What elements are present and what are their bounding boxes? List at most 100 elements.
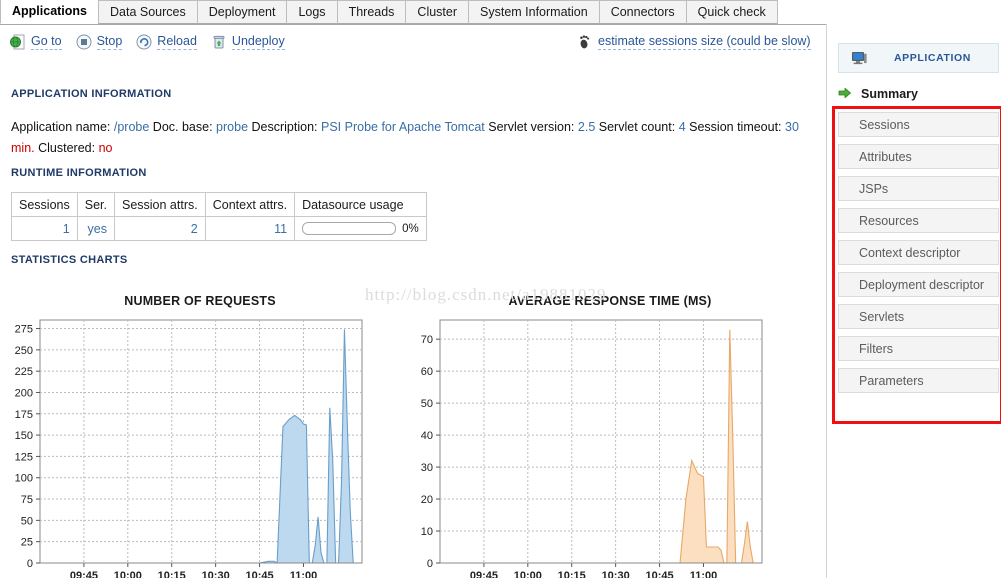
tab-deployment[interactable]: Deployment xyxy=(196,0,288,24)
estimate-sessions-size-link[interactable]: estimate sessions size (could be slow) xyxy=(576,34,811,50)
svg-text:10:15: 10:15 xyxy=(158,570,186,578)
cell-context-attrs[interactable]: 11 xyxy=(204,216,296,241)
undeploy-button[interactable]: Undeploy xyxy=(211,34,285,50)
chart2-title: AVERAGE RESPONSE TIME (MS) xyxy=(508,294,712,308)
svg-text:10:15: 10:15 xyxy=(558,570,586,578)
svg-text:20: 20 xyxy=(421,494,433,506)
trash-icon xyxy=(211,34,227,50)
footprint-icon xyxy=(576,34,592,50)
goto-label: Go to xyxy=(31,34,62,50)
sidebar-item-sessions[interactable]: Sessions xyxy=(838,112,999,137)
sidebar-item-attributes[interactable]: Attributes xyxy=(838,144,999,169)
servlet-version-value: 2.5 xyxy=(577,120,596,134)
tab-system-information[interactable]: System Information xyxy=(468,0,600,24)
svg-text:25: 25 xyxy=(21,537,33,549)
cell-session-attrs: 2 xyxy=(113,216,206,241)
svg-text:09:45: 09:45 xyxy=(470,570,498,578)
tab-threads[interactable]: Threads xyxy=(336,0,407,24)
goto-button[interactable]: Go to xyxy=(10,34,62,50)
chart-average-response-time: AVERAGE RESPONSE TIME (MS) 0 10 20 30 40 50 60… xyxy=(400,289,820,578)
sidebar-item-jsps[interactable]: JSPs xyxy=(838,176,999,201)
table-row: 1 yes 2 11 0% xyxy=(11,216,427,241)
cell-serializable: yes xyxy=(76,216,115,241)
app-name-key: Application name: xyxy=(11,120,111,134)
tab-data-sources[interactable]: Data Sources xyxy=(98,0,198,24)
servlet-count-value: 4 xyxy=(678,120,686,134)
svg-text:200: 200 xyxy=(15,387,33,399)
table-header-row: Sessions Ser. Session attrs. Context att… xyxy=(11,192,427,217)
datasource-usage-bar xyxy=(302,222,397,235)
right-sidebar: APPLICATION Summary Sessions Attributes JS… xyxy=(826,24,1001,578)
svg-text:10:00: 10:00 xyxy=(514,570,542,578)
svg-text:75: 75 xyxy=(21,494,33,506)
svg-text:40: 40 xyxy=(421,430,433,442)
tab-connectors[interactable]: Connectors xyxy=(598,0,687,24)
svg-text:100: 100 xyxy=(15,473,33,485)
chart1-plot: 0 25 50 75 100 125 150 175 200 225 250 275 09:45 10:0… xyxy=(0,308,400,578)
sidebar-item-resources[interactable]: Resources xyxy=(838,208,999,233)
stop-button[interactable]: Stop xyxy=(76,34,123,50)
tab-applications[interactable]: Applications xyxy=(0,0,100,24)
svg-text:125: 125 xyxy=(15,451,33,463)
chart1-title: NUMBER OF REQUESTS xyxy=(124,294,276,308)
application-toolbar: Go to Stop Reload Undeploy xyxy=(10,34,285,50)
sidebar-item-deployment-descriptor[interactable]: Deployment descriptor xyxy=(838,272,999,297)
svg-text:50: 50 xyxy=(421,398,433,410)
runtime-information-table: Sessions Ser. Session attrs. Context att… xyxy=(11,192,427,241)
main-tabbar: Applications Data Sources Deployment Logs Th… xyxy=(0,0,1001,25)
svg-text:225: 225 xyxy=(15,366,33,378)
svg-text:60: 60 xyxy=(421,366,433,378)
application-panel-label: APPLICATION xyxy=(894,52,971,64)
col-sessions: Sessions xyxy=(11,192,78,217)
svg-text:10:45: 10:45 xyxy=(645,570,673,578)
svg-text:250: 250 xyxy=(15,345,33,357)
cwrap2-svg: 0 10 20 30 40 50 60 70 09:45 10:00 10:15 10:30 10:45… xyxy=(421,319,763,578)
docbase-value: probe xyxy=(216,120,249,134)
tab-quick-check[interactable]: Quick check xyxy=(685,0,778,24)
page-root: Applications Data Sources Deployment Logs Th… xyxy=(0,0,1001,578)
application-information-text: Application name: /probe Doc. base: prob… xyxy=(11,117,811,159)
session-timeout-value: 30 xyxy=(785,120,799,134)
stop-icon xyxy=(76,34,92,50)
application-panel-header: APPLICATION xyxy=(838,43,999,73)
application-information-heading: APPLICATION INFORMATION xyxy=(11,88,172,100)
computer-icon xyxy=(851,50,867,66)
cell-sessions[interactable]: 1 xyxy=(11,216,78,241)
tab-logs[interactable]: Logs xyxy=(286,0,338,24)
tab-cluster[interactable]: Cluster xyxy=(405,0,470,24)
sidebar-item-filters[interactable]: Filters xyxy=(838,336,999,361)
goto-icon xyxy=(10,34,26,50)
sidebar-nav-list: Sessions Attributes JSPs Resources Context d… xyxy=(838,112,999,400)
svg-text:10:30: 10:30 xyxy=(202,570,230,578)
sidebar-item-context-descriptor[interactable]: Context descriptor xyxy=(838,240,999,265)
svg-text:0: 0 xyxy=(427,558,433,570)
svg-text:50: 50 xyxy=(21,515,33,527)
sidebar-item-summary[interactable]: Summary xyxy=(838,84,997,104)
clustered-value: no xyxy=(98,141,113,155)
sidebar-item-parameters[interactable]: Parameters xyxy=(838,368,999,393)
statistics-charts-heading: STATISTICS CHARTS xyxy=(11,254,128,266)
reload-icon xyxy=(136,34,152,50)
arrow-right-icon xyxy=(838,86,854,102)
session-timeout-unit: min. xyxy=(11,141,35,155)
svg-text:275: 275 xyxy=(15,324,33,336)
chart-number-of-requests: NUMBER OF REQUESTS 0 25 50 75 100 125 150 175 20… xyxy=(0,289,400,578)
stop-label: Stop xyxy=(96,34,123,50)
col-context-attrs: Context attrs. xyxy=(204,192,296,217)
datasource-usage-pct: 0% xyxy=(402,222,419,235)
estimate-label: estimate sessions size (could be slow) xyxy=(598,34,811,50)
svg-text:0: 0 xyxy=(27,558,33,570)
col-session-attrs: Session attrs. xyxy=(113,192,206,217)
svg-text:09:45: 09:45 xyxy=(70,570,98,578)
svg-text:150: 150 xyxy=(15,430,33,442)
undeploy-label: Undeploy xyxy=(231,34,285,50)
description-value: PSI Probe for Apache Tomcat xyxy=(321,120,485,134)
svg-text:10: 10 xyxy=(421,526,433,538)
main-content: Go to Stop Reload Undeploy estimate sess… xyxy=(0,24,826,578)
sidebar-item-servlets[interactable]: Servlets xyxy=(838,304,999,329)
reload-button[interactable]: Reload xyxy=(136,34,197,50)
cell-datasource-usage: 0% xyxy=(294,216,427,241)
svg-text:10:45: 10:45 xyxy=(245,570,273,578)
svg-text:11:00: 11:00 xyxy=(290,570,318,578)
sidebar-item-summary-label: Summary xyxy=(861,87,918,101)
